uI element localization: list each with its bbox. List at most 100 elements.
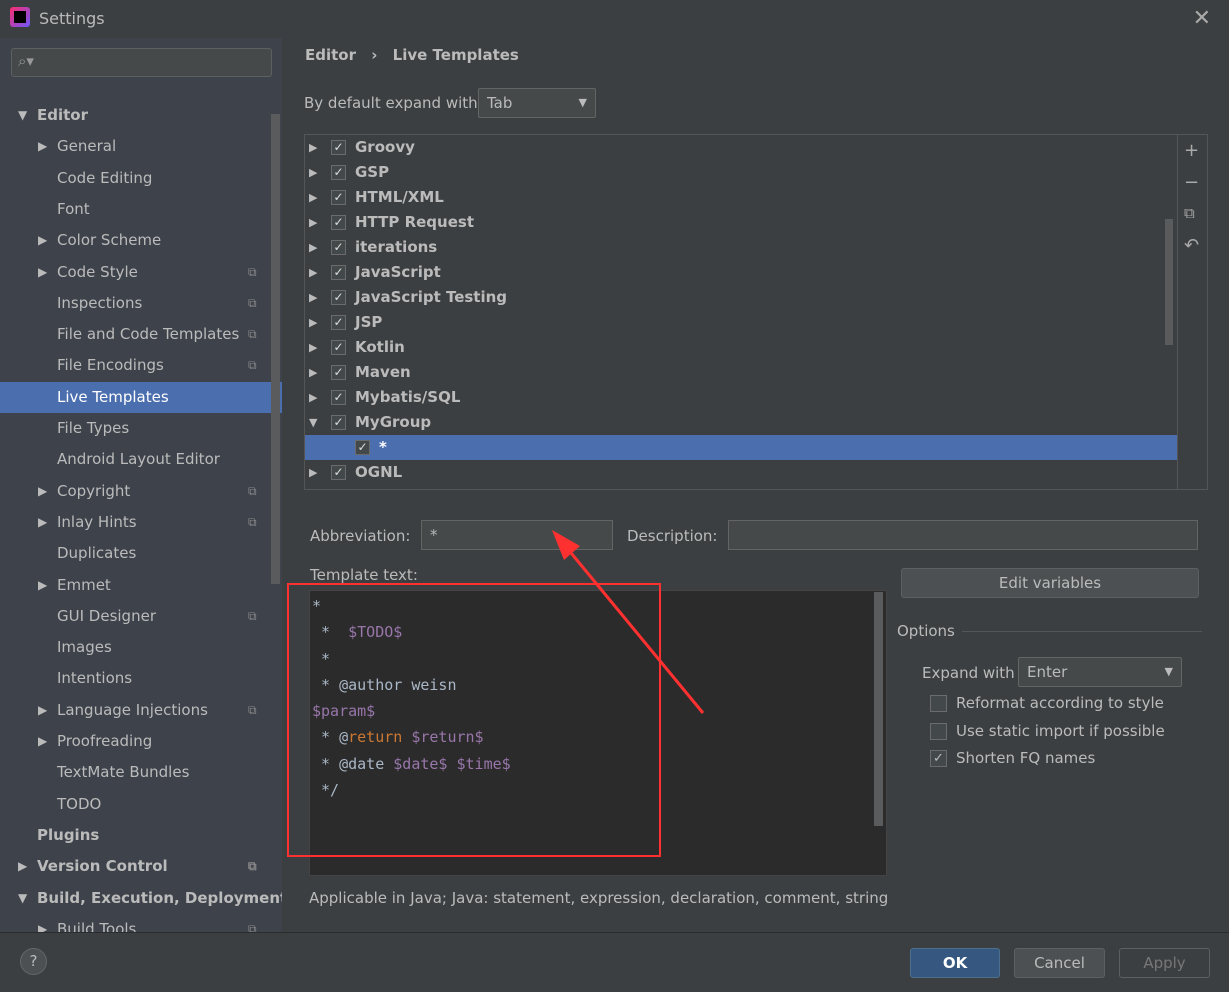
checkbox[interactable]: ✓ — [331, 290, 346, 305]
sidebar-item[interactable]: GUI Designer ⧉ — [0, 601, 282, 632]
sidebar-item[interactable]: ▶ Proofreading — [0, 726, 282, 757]
collapsed-arrow-icon[interactable]: ▶ — [309, 160, 317, 185]
tree-row[interactable]: ▶ ✓ Kotlin — [305, 335, 1177, 360]
tree-row[interactable]: ▶ ✓ HTTP Request — [305, 210, 1177, 235]
checkbox[interactable]: ✓ — [331, 465, 346, 480]
sidebar-item[interactable]: ▶ Version Control ⧉ — [0, 851, 282, 882]
tree-row[interactable]: ▶ ✓ Maven — [305, 360, 1177, 385]
tree-row[interactable]: ▶ ✓ JavaScript Testing — [305, 285, 1177, 310]
remove-icon[interactable]: − — [1184, 172, 1199, 193]
option-label[interactable]: Reformat according to style — [956, 694, 1164, 712]
checkbox[interactable]: ✓ — [331, 240, 346, 255]
undo-icon[interactable]: ↶ — [1184, 235, 1199, 256]
sidebar-item[interactable]: TODO — [0, 789, 282, 820]
breadcrumb-parent[interactable]: Editor — [305, 46, 356, 64]
checkbox[interactable]: ✓ — [331, 265, 346, 280]
expanded-arrow-icon[interactable]: ▼ — [18, 100, 27, 131]
sidebar-scrollbar[interactable] — [271, 114, 280, 584]
option-checkbox[interactable]: ✓ — [930, 750, 947, 767]
collapsed-arrow-icon[interactable]: ▶ — [38, 225, 47, 256]
collapsed-arrow-icon[interactable]: ▶ — [309, 385, 317, 410]
sidebar-item[interactable]: Images — [0, 632, 282, 663]
checkbox[interactable]: ✓ — [331, 215, 346, 230]
sidebar-item[interactable]: File and Code Templates ⧉ — [0, 319, 282, 350]
apply-button[interactable]: Apply — [1119, 948, 1210, 978]
sidebar-item[interactable]: ▶ Inlay Hints ⧉ — [0, 507, 282, 538]
collapsed-arrow-icon[interactable]: ▶ — [38, 507, 47, 538]
copy-icon[interactable]: ⧉ — [1184, 204, 1195, 222]
checkbox[interactable]: ✓ — [331, 340, 346, 355]
collapsed-arrow-icon[interactable]: ▶ — [309, 460, 317, 485]
sidebar-item[interactable]: ▶ Build Tools ⧉ — [0, 914, 282, 932]
sidebar-item[interactable]: ▶ Color Scheme — [0, 225, 282, 256]
ok-button[interactable]: OK — [910, 948, 1000, 978]
option-checkbox[interactable] — [930, 695, 947, 712]
tree-row[interactable]: ▶ ✓ Groovy — [305, 135, 1177, 160]
tree-row[interactable]: ▶ ✓ Mybatis/SQL — [305, 385, 1177, 410]
tree-row[interactable]: ✓ * — [305, 435, 1177, 460]
sidebar-item[interactable]: File Encodings ⧉ — [0, 350, 282, 381]
collapsed-arrow-icon[interactable]: ▶ — [309, 210, 317, 235]
sidebar-item[interactable]: TextMate Bundles — [0, 757, 282, 788]
sidebar-item[interactable]: File Types — [0, 413, 282, 444]
option-label[interactable]: Use static import if possible — [956, 722, 1165, 740]
checkbox[interactable]: ✓ — [331, 415, 346, 430]
collapsed-arrow-icon[interactable]: ▶ — [38, 257, 47, 288]
expand-default-select[interactable]: Tab ▼ — [478, 88, 596, 118]
sidebar-item[interactable]: ▼ Editor — [0, 100, 282, 131]
expanded-arrow-icon[interactable]: ▼ — [309, 410, 317, 435]
sidebar-item[interactable]: ▶ General — [0, 131, 282, 162]
option-checkbox[interactable] — [930, 722, 947, 740]
collapsed-arrow-icon[interactable]: ▶ — [18, 851, 27, 882]
edit-variables-button[interactable]: Edit variables — [901, 568, 1199, 598]
close-icon[interactable]: ✕ — [1193, 6, 1211, 31]
sidebar-item[interactable]: Plugins — [0, 820, 282, 851]
collapsed-arrow-icon[interactable]: ▶ — [309, 335, 317, 360]
sidebar-item[interactable]: Live Templates — [0, 381, 282, 413]
checkbox[interactable]: ✓ — [331, 390, 346, 405]
description-input[interactable] — [728, 520, 1198, 550]
checkbox[interactable]: ✓ — [331, 365, 346, 380]
collapsed-arrow-icon[interactable]: ▶ — [309, 360, 317, 385]
sidebar-item[interactable]: ▶ Code Style ⧉ — [0, 257, 282, 288]
checkbox[interactable]: ✓ — [331, 140, 346, 155]
cancel-button[interactable]: Cancel — [1014, 948, 1105, 978]
tree-scrollbar[interactable] — [1165, 219, 1173, 345]
collapsed-arrow-icon[interactable]: ▶ — [309, 135, 317, 160]
collapsed-arrow-icon[interactable]: ▶ — [38, 570, 47, 601]
sidebar-item[interactable]: ▶ Language Injections ⧉ — [0, 695, 282, 726]
collapsed-arrow-icon[interactable]: ▶ — [309, 310, 317, 335]
sidebar-item[interactable]: Android Layout Editor — [0, 444, 282, 475]
tree-row[interactable]: ▶ ✓ iterations — [305, 235, 1177, 260]
checkbox[interactable]: ✓ — [331, 165, 346, 180]
tree-row[interactable]: ▶ ✓ JavaScript — [305, 260, 1177, 285]
collapsed-arrow-icon[interactable]: ▶ — [38, 476, 47, 507]
sidebar-item[interactable]: ▶ Copyright ⧉ — [0, 476, 282, 507]
expanded-arrow-icon[interactable]: ▼ — [18, 883, 27, 914]
checkbox[interactable]: ✓ — [331, 190, 346, 205]
search-input[interactable]: ⌕▾ — [11, 48, 272, 77]
option-label[interactable]: Shorten FQ names — [956, 749, 1095, 767]
sidebar-item[interactable]: Duplicates — [0, 538, 282, 569]
checkbox[interactable]: ✓ — [331, 315, 346, 330]
help-button[interactable]: ? — [20, 948, 47, 975]
collapsed-arrow-icon[interactable]: ▶ — [309, 260, 317, 285]
expand-with-select[interactable]: Enter ▼ — [1018, 657, 1182, 687]
collapsed-arrow-icon[interactable]: ▶ — [38, 914, 47, 932]
sidebar-item[interactable]: Inspections ⧉ — [0, 288, 282, 319]
sidebar-item[interactable]: Code Editing — [0, 163, 282, 194]
collapsed-arrow-icon[interactable]: ▶ — [38, 131, 47, 162]
sidebar-item[interactable]: Intentions — [0, 663, 282, 694]
sidebar-item[interactable]: ▼ Build, Execution, Deployment — [0, 883, 282, 914]
tree-row[interactable]: ▶ ✓ HTML/XML — [305, 185, 1177, 210]
tree-row[interactable]: ▶ ✓ OGNL — [305, 460, 1177, 485]
collapsed-arrow-icon[interactable]: ▶ — [38, 726, 47, 757]
collapsed-arrow-icon[interactable]: ▶ — [309, 235, 317, 260]
collapsed-arrow-icon[interactable]: ▶ — [309, 185, 317, 210]
collapsed-arrow-icon[interactable]: ▶ — [309, 285, 317, 310]
sidebar-item[interactable]: ▶ Emmet — [0, 570, 282, 601]
collapsed-arrow-icon[interactable]: ▶ — [38, 695, 47, 726]
tree-row[interactable]: ▶ ✓ GSP — [305, 160, 1177, 185]
editor-scrollbar[interactable] — [874, 592, 883, 826]
checkbox[interactable]: ✓ — [355, 440, 370, 455]
